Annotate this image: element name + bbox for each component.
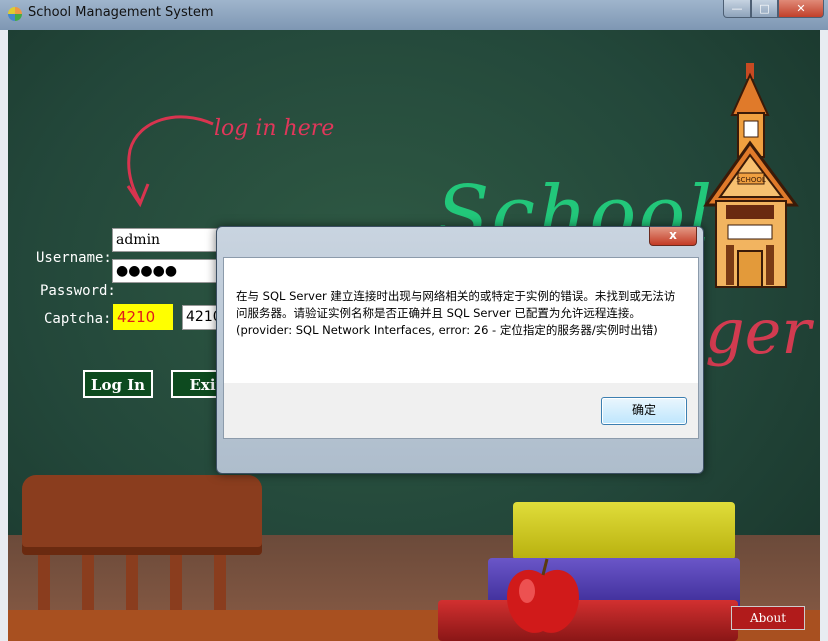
login-hint: log in here <box>214 116 335 141</box>
red-book-icon <box>438 600 738 641</box>
close-button[interactable]: ✕ <box>778 0 824 18</box>
about-button[interactable]: About <box>731 606 805 630</box>
ok-button[interactable]: 确定 <box>601 397 687 425</box>
title-bar: School Management System — □ ✕ <box>0 0 828 30</box>
login-button[interactable]: Log In <box>83 370 153 398</box>
captcha-label: Captcha: <box>44 311 112 327</box>
maximize-button[interactable]: □ <box>751 0 778 18</box>
window-title: School Management System <box>28 5 214 20</box>
schoolhouse-sign: SCHOOL <box>736 176 766 184</box>
username-label: Username: <box>36 250 112 266</box>
dialog-body: 在与 SQL Server 建立连接时出现与网络相关的或特定于实例的错误。未找到… <box>223 257 699 384</box>
chair-illustration <box>22 475 262 555</box>
captcha-code: 4210 <box>113 304 173 330</box>
dialog-message: 在与 SQL Server 建立连接时出现与网络相关的或特定于实例的错误。未找到… <box>236 289 676 337</box>
schoolhouse-icon: SCHOOL <box>703 63 799 288</box>
dialog-close-button[interactable]: x <box>649 227 697 246</box>
error-dialog: x 在与 SQL Server 建立连接时出现与网络相关的或特定于实例的错误。未… <box>216 226 704 474</box>
minimize-button[interactable]: — <box>723 0 751 18</box>
app-icon <box>8 7 22 21</box>
dialog-footer: 确定 <box>223 383 699 439</box>
apple-icon <box>507 558 579 633</box>
password-label: Password: <box>40 283 116 299</box>
yellow-book-icon <box>513 502 735 560</box>
window-controls: — □ ✕ <box>723 0 824 18</box>
chalk-arrow-icon <box>126 115 214 208</box>
